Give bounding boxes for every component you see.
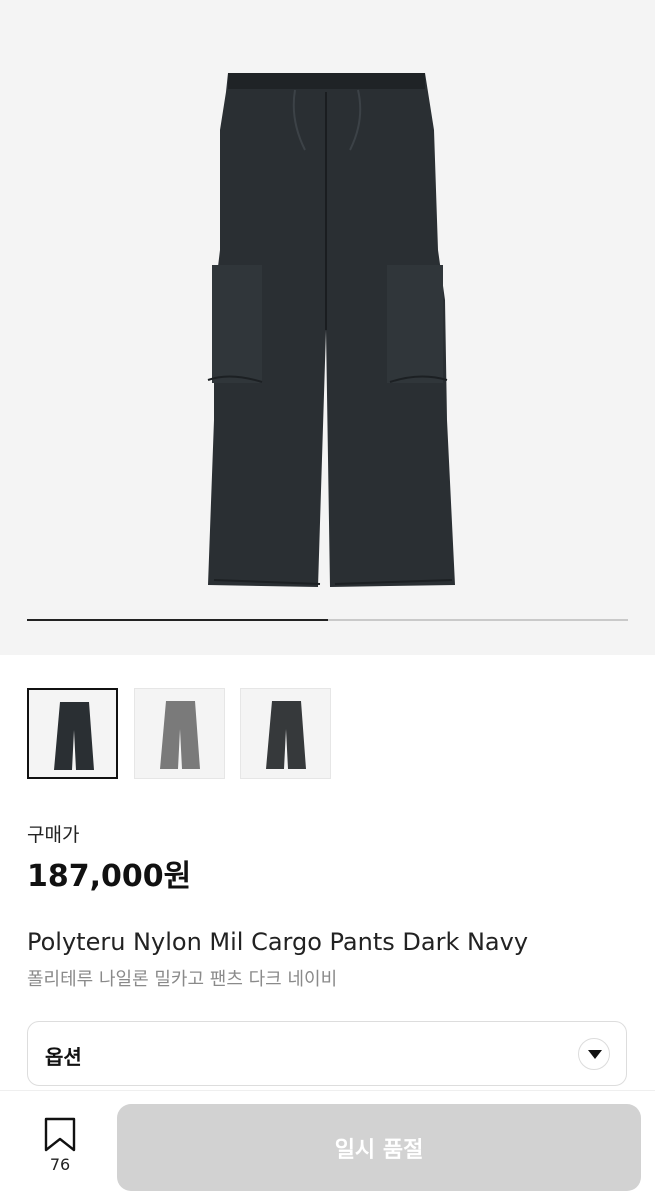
- option-label: 옵션: [45, 1045, 82, 1069]
- bookmark-button[interactable]: 76: [40, 1117, 80, 1175]
- price: 187,000원: [27, 859, 192, 894]
- product-image-gallery[interactable]: [0, 0, 655, 655]
- product-subtitle: 폴리테루 나일론 밀카고 팬츠 다크 네이비: [27, 969, 338, 990]
- thumbnail-image: [266, 701, 306, 769]
- gallery-progress-fill: [27, 619, 328, 621]
- chevron-down-icon[interactable]: [578, 1038, 610, 1070]
- thumbnail-2[interactable]: [134, 688, 225, 779]
- product-title: Polyteru Nylon Mil Cargo Pants Dark Navy: [27, 928, 529, 956]
- thumbnail-image: [160, 701, 200, 769]
- gallery-progress-bar: [27, 619, 628, 621]
- soldout-button[interactable]: 일시 품절: [117, 1104, 641, 1191]
- bookmark-icon: [44, 1117, 76, 1152]
- bottom-action-bar: 76 일시 품절: [0, 1090, 655, 1201]
- option-select[interactable]: 옵션: [27, 1021, 627, 1086]
- product-image: [207, 73, 455, 587]
- bookmark-count: 76: [49, 1155, 71, 1174]
- thumbnail-image: [54, 702, 94, 770]
- thumbnail-1[interactable]: [27, 688, 118, 779]
- thumbnail-3[interactable]: [240, 688, 331, 779]
- price-label: 구매가: [27, 824, 80, 846]
